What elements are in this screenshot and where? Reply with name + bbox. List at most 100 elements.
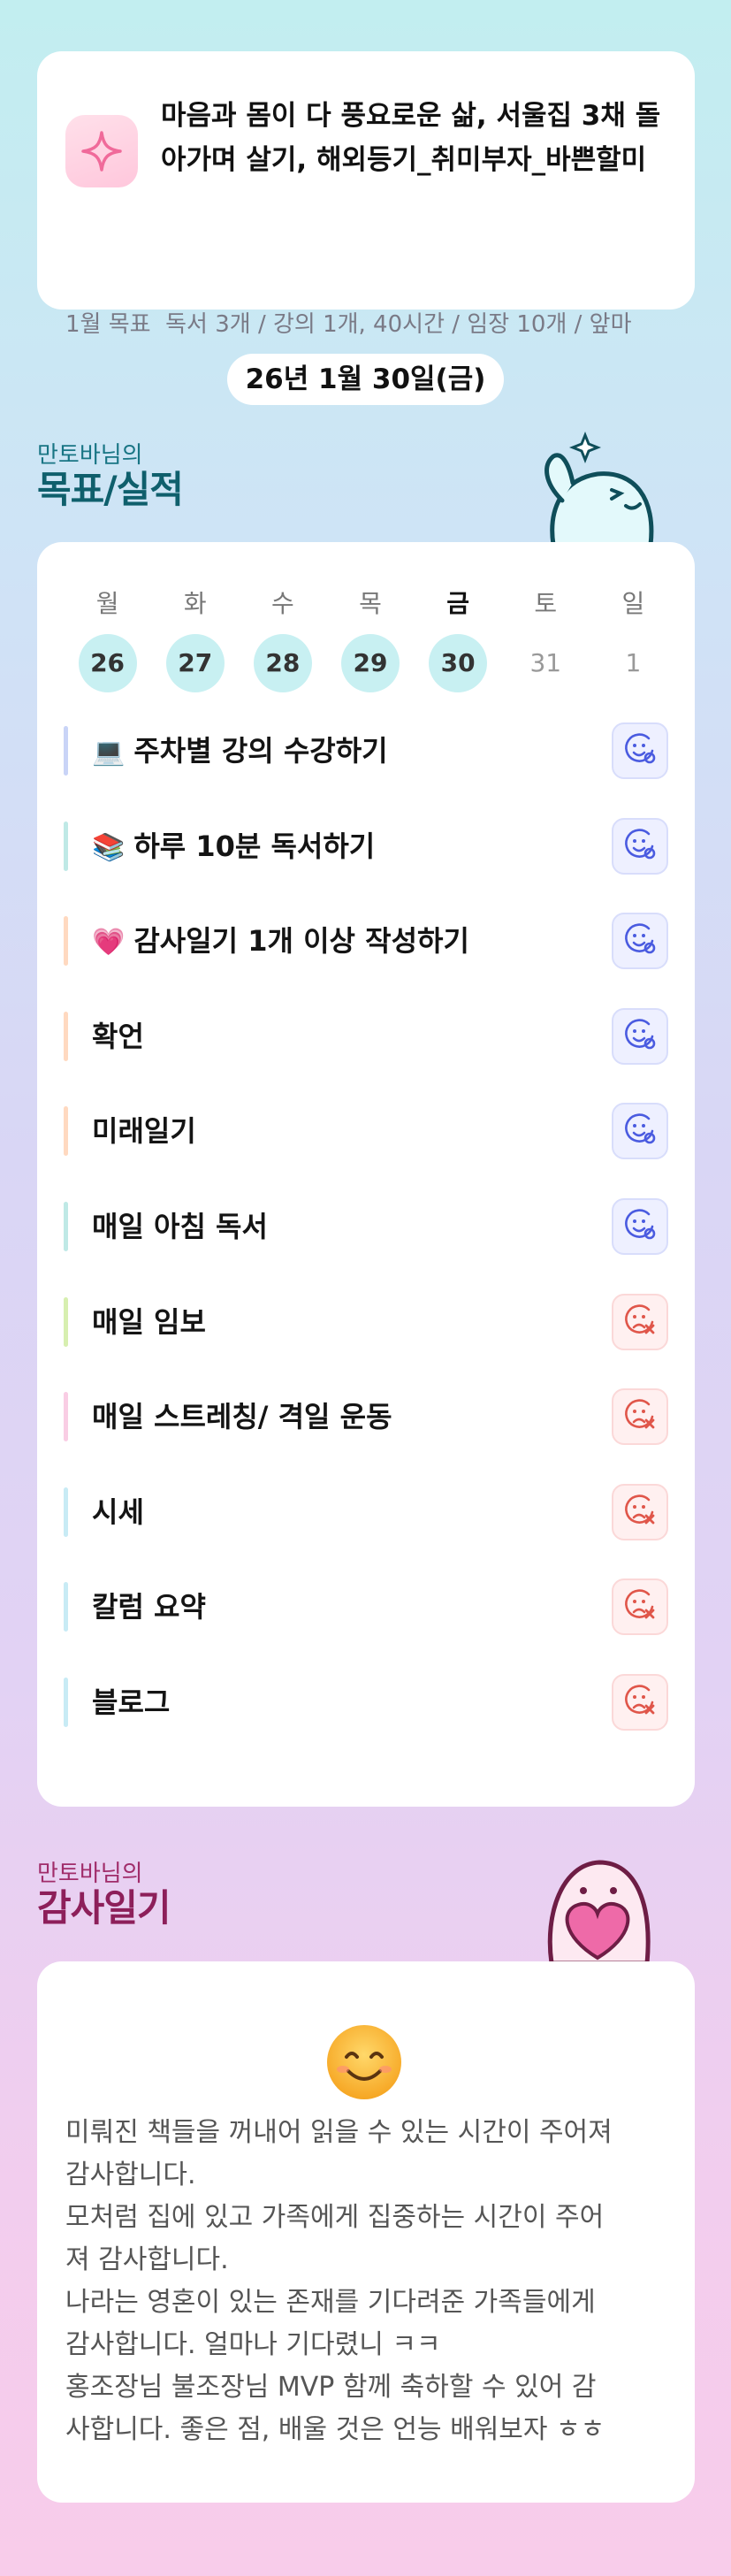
- thanks-line: 나라는 영혼이 있는 존재를 기다려준 가족들에게: [65, 2287, 596, 2318]
- goal-label: 매일 임보: [92, 1290, 206, 1354]
- smiling-face-icon: [327, 2025, 401, 2099]
- achieved-status-button[interactable]: [612, 1198, 668, 1255]
- goal-item[interactable]: 확언: [64, 1005, 668, 1068]
- thanks-entry: 미뤄진 책들을 꺼내어 읽을 수 있는 시간이 주어져 감사합니다. 모처럼 집에 …: [65, 2112, 675, 2451]
- goal-emoji-icon: 💻: [92, 737, 126, 768]
- calendar-day[interactable]: 목 29: [326, 586, 414, 692]
- calendar-day[interactable]: 금 30: [415, 586, 502, 692]
- goal-label: 칼럼 요약: [92, 1575, 206, 1639]
- goal-item[interactable]: 시세: [64, 1480, 668, 1544]
- thanks-line: 사합니다. 좋은 점, 배울 것은 언능 배워보자 ㅎㅎ: [65, 2414, 605, 2445]
- smile-check-icon: [622, 1112, 658, 1150]
- sparkle-icon: [65, 115, 138, 187]
- goal-text: 확언: [92, 1019, 144, 1053]
- goal-label: 미래일기: [92, 1099, 196, 1163]
- goal-emoji-icon: 📚: [92, 831, 126, 863]
- weekday-label: 목: [359, 589, 382, 618]
- smile-check-icon: [622, 921, 658, 960]
- goals-heading: 목표/실적: [37, 468, 184, 511]
- goal-item[interactable]: 💻 주차별 강의 수강하기: [64, 719, 668, 783]
- smile-check-icon: [622, 1207, 658, 1246]
- frown-x-icon: [622, 1303, 658, 1342]
- goals-section-title: 만토바님의 목표/실적: [37, 442, 184, 511]
- goal-label: 시세: [92, 1480, 144, 1544]
- monthly-goal: 1월 목표 독서 3개 / 강의 1개, 40시간 / 임장 10개 / 앞마: [65, 306, 675, 339]
- achieved-status-button[interactable]: [612, 913, 668, 970]
- achieved-status-button[interactable]: [612, 1103, 668, 1160]
- calendar-day[interactable]: 수 28: [239, 586, 326, 692]
- date-circle[interactable]: 30: [429, 634, 488, 692]
- thanks-heading: 감사일기: [37, 1886, 171, 1930]
- goal-text: 주차별 강의 수강하기: [133, 734, 388, 768]
- frown-x-icon: [622, 1397, 658, 1436]
- goal-text: 매일 스트레칭/ 격일 운동: [92, 1400, 392, 1434]
- goal-color-bar: [64, 1392, 68, 1442]
- goal-label: 블로그: [92, 1670, 170, 1734]
- weekday-label: 금: [446, 589, 470, 618]
- goal-color-bar: [64, 916, 68, 967]
- goal-item[interactable]: 블로그: [64, 1670, 668, 1734]
- goal-card[interactable]: 마음과 몸이 다 풍요로운 삶, 서울집 3채 돌아가며 살기, 해외등기_취미…: [37, 51, 695, 338]
- missed-status-button[interactable]: [612, 1483, 668, 1540]
- goal-label: 매일 아침 독서: [92, 1195, 268, 1258]
- goal-color-bar: [64, 1678, 68, 1727]
- week-calendar: 월 26 화 27 수 28 목 29 금 30 토 31 일 1: [64, 586, 677, 692]
- thanks-line: 홍조장님 불조장님 MVP 함께 축하할 수 있어 감: [65, 2372, 597, 2403]
- goal-item[interactable]: 매일 임보: [64, 1290, 668, 1354]
- goal-color-bar: [64, 1202, 68, 1251]
- goal-item[interactable]: 📚 하루 10분 독서하기: [64, 814, 668, 878]
- calendar-day[interactable]: 일1: [590, 586, 677, 692]
- date-circle[interactable]: 27: [165, 634, 225, 692]
- smile-check-icon: [622, 731, 658, 770]
- goal-item[interactable]: 매일 스트레칭/ 격일 운동: [64, 1385, 668, 1449]
- missed-status-button[interactable]: [612, 1388, 668, 1446]
- vision-statement: 마음과 몸이 다 풍요로운 삶, 서울집 3채 돌아가며 살기, 해외등기_취미…: [161, 100, 661, 176]
- weekday-label: 월: [95, 589, 119, 618]
- achieved-status-button[interactable]: [612, 1007, 668, 1065]
- goal-text: 매일 아침 독서: [92, 1210, 268, 1243]
- monthly-goal-label: 1월 목표: [65, 311, 151, 338]
- goal-label: 확언: [92, 1005, 144, 1068]
- date-circle[interactable]: 31: [516, 634, 575, 692]
- goal-emoji-icon: 💗: [92, 927, 126, 959]
- date-circle[interactable]: 28: [253, 634, 312, 692]
- goal-color-bar: [64, 726, 68, 776]
- goal-text: 미래일기: [92, 1114, 196, 1149]
- goal-label: 📚 하루 10분 독서하기: [92, 814, 375, 878]
- thanks-section-title: 만토바님의 감사일기: [37, 1861, 171, 1930]
- thanks-line: 감사합니다. 얼마나 기다렸니 ㅋㅋ: [65, 2329, 441, 2360]
- missed-status-button[interactable]: [612, 1674, 668, 1731]
- goal-color-bar: [64, 821, 68, 871]
- goal-label: 매일 스트레칭/ 격일 운동: [92, 1385, 392, 1449]
- weekday-label: 수: [270, 589, 294, 618]
- goal-item[interactable]: 미래일기: [64, 1099, 668, 1163]
- thanks-line: 미뤄진 책들을 꺼내어 읽을 수 있는 시간이 주어져: [65, 2117, 613, 2148]
- thanks-line: 모처럼 집에 있고 가족에게 집중하는 시간이 주어: [65, 2202, 605, 2233]
- goal-item[interactable]: 💗 감사일기 1개 이상 작성하기: [64, 909, 668, 973]
- achieved-status-button[interactable]: [612, 722, 668, 779]
- frown-x-icon: [622, 1683, 658, 1722]
- date-circle[interactable]: 1: [604, 634, 662, 692]
- goal-text: 시세: [92, 1494, 144, 1529]
- calendar-day[interactable]: 월 26: [64, 586, 151, 692]
- frown-x-icon: [622, 1493, 658, 1532]
- goal-color-bar: [64, 1296, 68, 1347]
- achieved-status-button[interactable]: [612, 817, 668, 875]
- frown-x-icon: [622, 1587, 658, 1626]
- date-selector[interactable]: 26년 1월 30일(금): [227, 354, 504, 405]
- goal-item[interactable]: 칼럼 요약: [64, 1575, 668, 1639]
- calendar-day[interactable]: 토 31: [502, 586, 590, 692]
- weekday-label: 토: [534, 589, 558, 618]
- goals-owner: 만토바님의: [37, 442, 143, 469]
- goal-color-bar: [64, 1106, 68, 1157]
- goal-item[interactable]: 매일 아침 독서: [64, 1195, 668, 1258]
- smile-check-icon: [622, 1017, 658, 1056]
- missed-status-button[interactable]: [612, 1293, 668, 1350]
- missed-status-button[interactable]: [612, 1578, 668, 1636]
- calendar-day[interactable]: 화 27: [151, 586, 239, 692]
- goal-color-bar: [64, 1011, 68, 1061]
- goal-color-bar: [64, 1487, 68, 1537]
- date-circle[interactable]: 26: [78, 634, 137, 692]
- date-circle[interactable]: 29: [340, 634, 400, 692]
- goal-label: 💗 감사일기 1개 이상 작성하기: [92, 909, 469, 973]
